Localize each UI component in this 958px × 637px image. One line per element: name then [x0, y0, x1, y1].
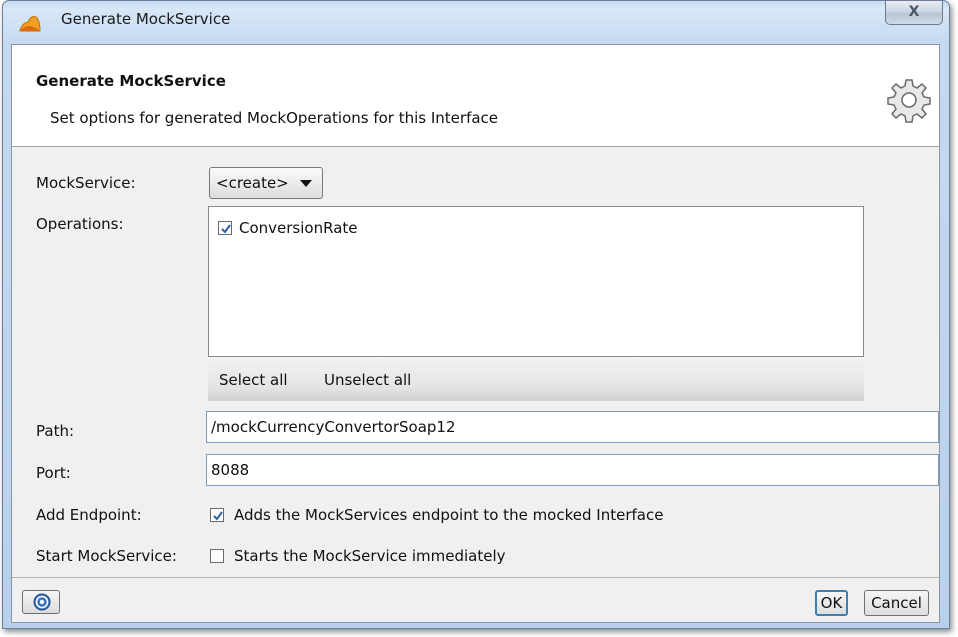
soapui-logo-icon	[19, 16, 41, 32]
add-endpoint-text: Adds the MockServices endpoint to the mo…	[234, 506, 664, 524]
operation-label: ConversionRate	[239, 219, 358, 237]
chevron-down-icon	[300, 180, 312, 187]
ok-button[interactable]: OK	[815, 590, 848, 616]
checkmark-icon	[213, 511, 223, 521]
cancel-button[interactable]: Cancel	[864, 590, 929, 616]
operations-label: Operations:	[36, 215, 124, 233]
start-mockservice-text: Starts the MockService immediately	[234, 547, 506, 565]
add-endpoint-checkbox[interactable]	[210, 508, 224, 522]
selection-toolbar: Select all Unselect all	[208, 357, 864, 401]
mockservice-label: MockService:	[36, 174, 136, 192]
gear-icon	[887, 79, 931, 123]
dialog-content: Generate MockService Set options for gen…	[11, 44, 940, 623]
start-mockservice-label: Start MockService:	[36, 547, 177, 565]
close-button[interactable]: X	[885, 1, 943, 25]
help-button[interactable]	[22, 590, 60, 614]
mockservice-select[interactable]: <create>	[209, 167, 323, 199]
checkmark-icon	[221, 224, 231, 234]
mockservice-selected-value: <create>	[216, 174, 289, 192]
operation-checkbox-conversionrate[interactable]	[218, 221, 232, 235]
path-label: Path:	[36, 422, 75, 440]
unselect-all-button[interactable]: Unselect all	[324, 371, 411, 389]
start-mockservice-checkbox[interactable]	[210, 549, 224, 563]
help-icon	[33, 593, 51, 611]
select-all-button[interactable]: Select all	[219, 371, 288, 389]
banner-title: Generate MockService	[36, 72, 226, 90]
dialog-window: Generate MockService X Generate MockServ…	[2, 0, 950, 629]
footer-divider	[12, 577, 939, 578]
title-bar: Generate MockService X	[3, 1, 949, 37]
operations-list[interactable]: ConversionRate	[208, 206, 864, 357]
window-title: Generate MockService	[61, 10, 231, 28]
banner-description: Set options for generated MockOperations…	[50, 109, 499, 127]
path-input[interactable]: /mockCurrencyConvertorSoap12	[206, 411, 939, 443]
port-input[interactable]: 8088	[206, 454, 939, 486]
port-label: Port:	[36, 464, 71, 482]
header-banner: Generate MockService Set options for gen…	[12, 45, 939, 147]
add-endpoint-label: Add Endpoint:	[36, 506, 142, 524]
